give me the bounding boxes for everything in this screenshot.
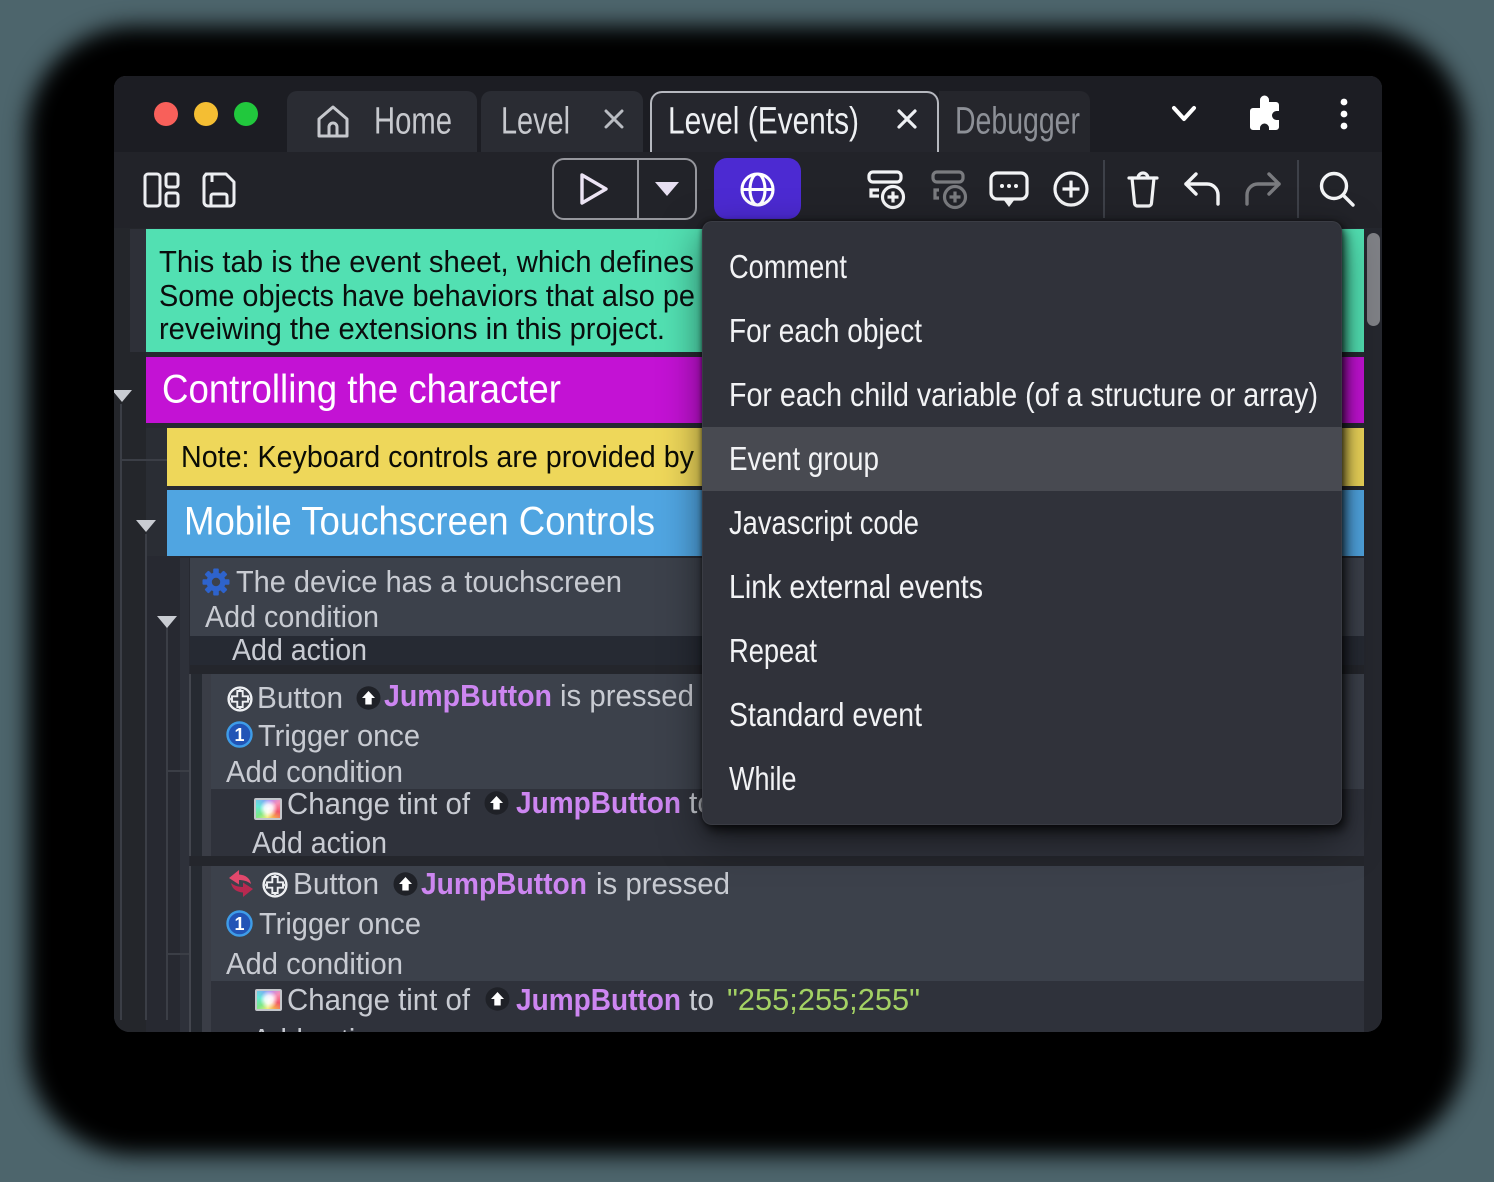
svg-text:1: 1 (234, 914, 244, 934)
svg-text:1: 1 (234, 725, 244, 745)
